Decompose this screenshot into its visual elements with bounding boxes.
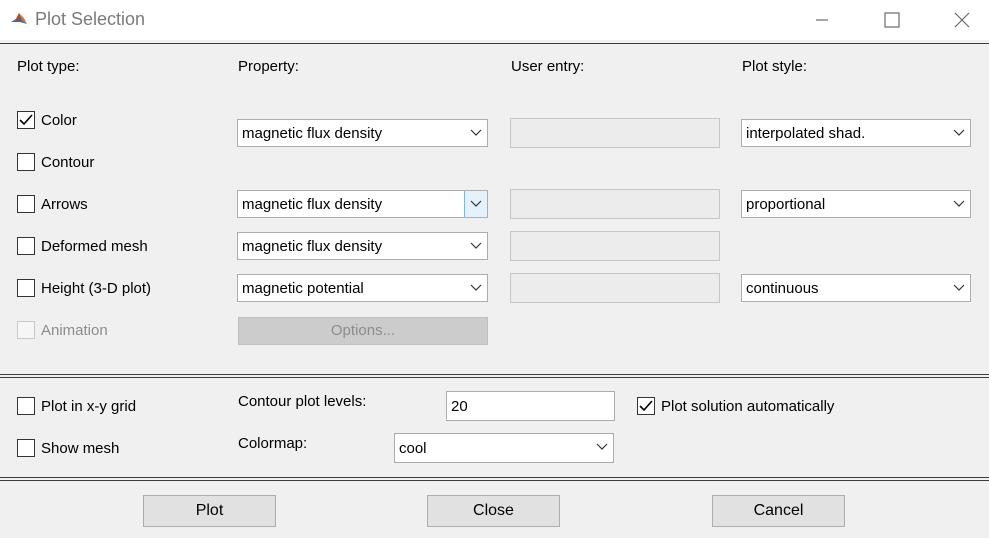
- chevron-down-icon: [948, 275, 970, 301]
- cancel-button[interactable]: Cancel: [712, 495, 845, 527]
- chevron-down-icon: [465, 275, 487, 301]
- maximize-icon[interactable]: [880, 8, 904, 32]
- close-icon[interactable]: [950, 8, 974, 32]
- plot-auto-label: Plot solution automatically: [661, 398, 835, 415]
- chevron-down-icon: [591, 434, 613, 462]
- height-user-entry: [510, 273, 720, 303]
- colormap-value: cool: [399, 440, 427, 457]
- matlab-logo-icon: [9, 9, 29, 29]
- height-checkbox[interactable]: [17, 279, 35, 297]
- deformed-mesh-checkbox[interactable]: [17, 237, 35, 255]
- color-label: Color: [41, 112, 77, 129]
- deformed-mesh-label: Deformed mesh: [41, 238, 148, 255]
- title-bar: [0, 0, 989, 40]
- contour-label: Contour: [41, 154, 95, 171]
- chevron-down-icon: [948, 191, 970, 217]
- deformed-mesh-property-value: magnetic flux density: [242, 238, 383, 255]
- checkmark-icon: [639, 400, 653, 412]
- colormap-label: Colormap:: [238, 435, 308, 452]
- animation-checkbox: [17, 321, 35, 339]
- show-mesh-label: Show mesh: [41, 440, 120, 457]
- checkmark-icon: [19, 114, 33, 126]
- contour-levels-label: Contour plot levels:: [238, 393, 367, 410]
- plot-type-header: Plot type:: [17, 58, 80, 75]
- height-style-dropdown[interactable]: continuous: [741, 274, 971, 302]
- plot-auto-checkbox[interactable]: [637, 397, 655, 415]
- contour-levels-input[interactable]: 20: [446, 391, 615, 421]
- chevron-down-icon: [465, 233, 487, 259]
- close-button[interactable]: Close: [427, 495, 560, 527]
- arrows-user-entry: [510, 189, 720, 219]
- height-label: Height (3-D plot): [41, 280, 152, 297]
- section-separator: [0, 374, 989, 375]
- title-separator: [0, 43, 989, 44]
- property-header: Property:: [238, 58, 299, 75]
- color-user-entry: [510, 118, 720, 148]
- arrows-checkbox[interactable]: [17, 195, 35, 213]
- section-separator: [0, 377, 989, 378]
- chevron-down-icon: [948, 120, 970, 146]
- window-title: Plot Selection: [35, 9, 146, 29]
- height-style-value: continuous: [746, 280, 819, 297]
- color-property-value: magnetic flux density: [242, 125, 383, 142]
- contour-levels-value: 20: [451, 398, 468, 415]
- color-style-value: interpolated shad.: [746, 125, 866, 142]
- plot-button[interactable]: Plot: [143, 495, 276, 527]
- arrows-label: Arrows: [41, 196, 88, 213]
- minimize-icon[interactable]: [810, 8, 834, 32]
- user-entry-header: User entry:: [511, 58, 585, 75]
- show-mesh-checkbox[interactable]: [17, 439, 35, 457]
- arrows-style-value: proportional: [746, 196, 826, 213]
- plot-in-grid-label: Plot in x-y grid: [41, 398, 137, 415]
- arrows-style-dropdown[interactable]: proportional: [741, 190, 971, 218]
- height-property-value: magnetic potential: [242, 280, 364, 297]
- arrows-property-dropdown[interactable]: magnetic flux density: [237, 190, 488, 218]
- plot-style-header: Plot style:: [742, 58, 808, 75]
- color-property-dropdown[interactable]: magnetic flux density: [237, 119, 488, 147]
- color-style-dropdown[interactable]: interpolated shad.: [741, 119, 971, 147]
- chevron-down-icon: [464, 191, 487, 217]
- chevron-down-icon: [465, 120, 487, 146]
- contour-checkbox[interactable]: [17, 153, 35, 171]
- section-separator: [0, 477, 989, 478]
- arrows-property-value: magnetic flux density: [242, 196, 383, 213]
- height-property-dropdown[interactable]: magnetic potential: [237, 274, 488, 302]
- colormap-dropdown[interactable]: cool: [394, 433, 614, 463]
- color-checkbox[interactable]: [17, 111, 35, 129]
- plot-in-grid-checkbox[interactable]: [17, 397, 35, 415]
- options-button: Options...: [238, 317, 488, 345]
- animation-label: Animation: [41, 322, 108, 339]
- deformed-mesh-property-dropdown[interactable]: magnetic flux density: [237, 232, 488, 260]
- section-separator: [0, 480, 989, 481]
- deformed-mesh-user-entry: [510, 231, 720, 261]
